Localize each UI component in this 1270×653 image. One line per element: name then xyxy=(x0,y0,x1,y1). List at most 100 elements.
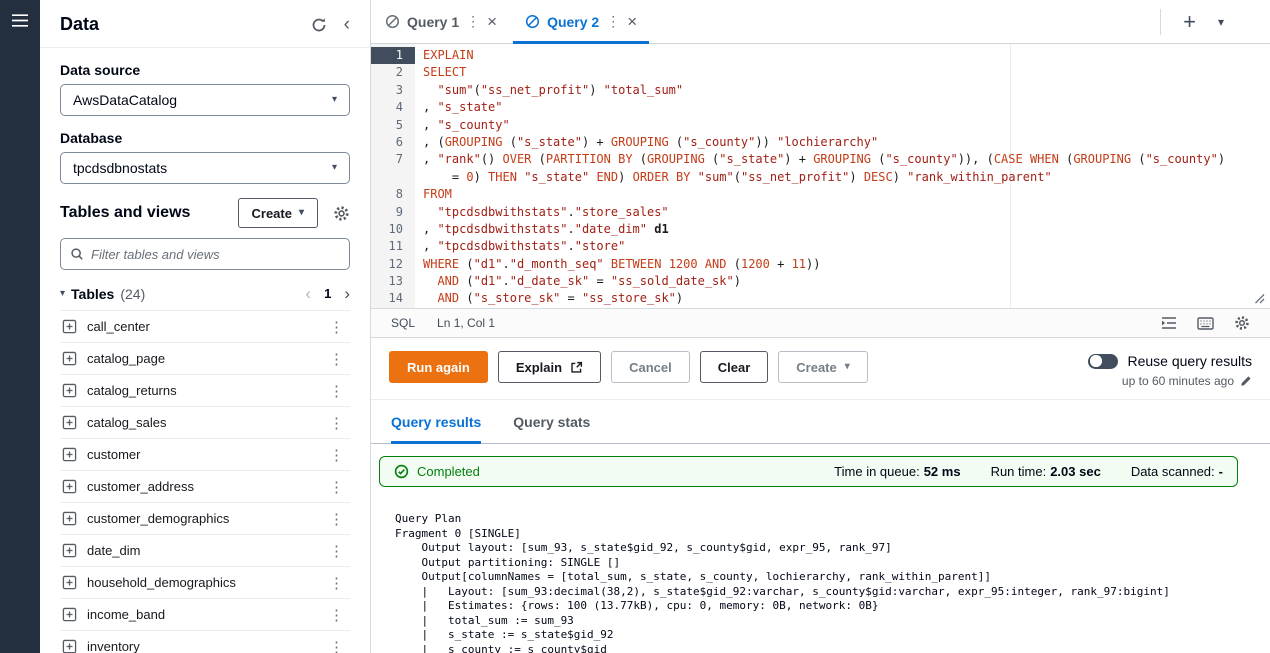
tab-query-results[interactable]: Query results xyxy=(391,400,481,443)
tables-section-label[interactable]: Tables xyxy=(71,286,114,302)
hamburger-menu-icon[interactable] xyxy=(11,13,29,653)
query-metric: Data scanned:- xyxy=(1131,464,1223,479)
data-panel: Data ‹ Data source AwsDataCatalog ▾ Data… xyxy=(40,0,371,653)
collapse-panel-icon[interactable]: ‹ xyxy=(344,15,350,34)
expand-table-icon[interactable] xyxy=(62,607,77,622)
table-row[interactable]: catalog_returns ⋮ xyxy=(60,374,350,406)
page-number[interactable]: 1 xyxy=(324,286,331,301)
table-row[interactable]: customer_address ⋮ xyxy=(60,470,350,502)
expand-table-icon[interactable] xyxy=(62,351,77,366)
clear-button[interactable]: Clear xyxy=(700,351,769,383)
table-name: catalog_page xyxy=(87,351,315,366)
section-caret-down-icon[interactable]: ▾ xyxy=(60,289,65,299)
new-query-tab-button[interactable]: + xyxy=(1183,11,1196,33)
results-tab-bar: Query results Query stats xyxy=(371,400,1270,444)
table-kebab-menu-icon[interactable]: ⋮ xyxy=(325,542,348,560)
keyboard-shortcuts-icon[interactable] xyxy=(1197,317,1214,330)
expand-table-icon[interactable] xyxy=(62,383,77,398)
reuse-results-toggle[interactable] xyxy=(1088,354,1118,369)
filter-tables-search[interactable] xyxy=(60,238,350,270)
data-source-select[interactable]: AwsDataCatalog ▾ xyxy=(60,84,350,116)
database-select[interactable]: tpcdsdbnostats ▾ xyxy=(60,152,350,184)
table-row[interactable]: household_demographics ⋮ xyxy=(60,566,350,598)
toggle-knob xyxy=(1090,355,1101,366)
table-name: inventory xyxy=(87,639,315,653)
code-text: , (GROUPING ("s_state") + GROUPING ("s_c… xyxy=(415,134,878,151)
table-kebab-menu-icon[interactable]: ⋮ xyxy=(325,414,348,432)
expand-table-icon[interactable] xyxy=(62,415,77,430)
expand-table-icon[interactable] xyxy=(62,479,77,494)
create-button[interactable]: Create ▾ xyxy=(238,198,319,228)
line-number: 8 xyxy=(371,186,415,203)
query-metric: Time in queue:52 ms xyxy=(834,464,960,479)
editor-resize-handle[interactable] xyxy=(1254,293,1265,304)
expand-table-icon[interactable] xyxy=(62,319,77,334)
expand-table-icon[interactable] xyxy=(62,543,77,558)
page-prev-icon[interactable]: ‹ xyxy=(305,285,311,302)
table-kebab-menu-icon[interactable]: ⋮ xyxy=(325,606,348,624)
table-kebab-menu-icon[interactable]: ⋮ xyxy=(325,382,348,400)
code-text: SELECT xyxy=(415,64,466,81)
indentation-settings-icon[interactable] xyxy=(1161,316,1177,330)
line-number xyxy=(371,169,415,186)
page-next-icon[interactable]: › xyxy=(344,285,350,302)
table-kebab-menu-icon[interactable]: ⋮ xyxy=(325,478,348,496)
expand-table-icon[interactable] xyxy=(62,639,77,653)
expand-table-icon[interactable] xyxy=(62,575,77,590)
code-text: WHERE ("d1"."d_month_seq" BETWEEN 1200 A… xyxy=(415,256,820,273)
data-settings-gear-icon[interactable] xyxy=(333,205,350,222)
caret-down-icon: ▾ xyxy=(332,163,337,173)
table-row[interactable]: income_band ⋮ xyxy=(60,598,350,630)
table-row[interactable]: customer ⋮ xyxy=(60,438,350,470)
create-dropdown-label: Create xyxy=(796,360,836,375)
table-row[interactable]: date_dim ⋮ xyxy=(60,534,350,566)
query-toolbar: Run again Explain Cancel Clear Create ▾ … xyxy=(371,338,1270,400)
table-kebab-menu-icon[interactable]: ⋮ xyxy=(325,574,348,592)
tab-list-dropdown-icon[interactable]: ▾ xyxy=(1218,15,1224,29)
tab-close-icon[interactable]: × xyxy=(487,13,497,30)
explain-button[interactable]: Explain xyxy=(498,351,601,383)
filter-tables-input[interactable] xyxy=(91,247,340,262)
table-row[interactable]: call_center ⋮ xyxy=(60,310,350,342)
query-tab[interactable]: Query 2 ⋮ × xyxy=(511,0,651,43)
expand-table-icon[interactable] xyxy=(62,511,77,526)
table-kebab-menu-icon[interactable]: ⋮ xyxy=(325,446,348,464)
cancel-button[interactable]: Cancel xyxy=(611,351,690,383)
create-dropdown-button[interactable]: Create ▾ xyxy=(778,351,868,383)
expand-table-icon[interactable] xyxy=(62,447,77,462)
query-tab[interactable]: Query 1 ⋮ × xyxy=(371,0,511,43)
run-again-button[interactable]: Run again xyxy=(389,351,488,383)
tab-kebab-menu-icon[interactable]: ⋮ xyxy=(466,13,480,30)
athena-query-editor: Data ‹ Data source AwsDataCatalog ▾ Data… xyxy=(0,0,1270,653)
reuse-results-label: Reuse query results xyxy=(1127,353,1252,369)
query-status-banner: Completed Time in queue:52 ms Run time:2… xyxy=(379,456,1238,487)
table-row[interactable]: inventory ⋮ xyxy=(60,630,350,653)
table-kebab-menu-icon[interactable]: ⋮ xyxy=(325,510,348,528)
editor-preferences-gear-icon[interactable] xyxy=(1234,315,1250,331)
line-number: 1 xyxy=(371,47,415,64)
data-panel-body: Data source AwsDataCatalog ▾ Database tp… xyxy=(40,48,370,653)
sql-editor[interactable]: 1 EXPLAIN 2 SELECT 3 "sum"("ss_net_profi… xyxy=(371,44,1270,308)
database-label: Database xyxy=(60,130,350,146)
code-text: , "s_state" xyxy=(415,99,502,116)
line-number: 3 xyxy=(371,82,415,99)
table-kebab-menu-icon[interactable]: ⋮ xyxy=(325,638,348,653)
code-text: , "rank"() OVER (PARTITION BY (GROUPING … xyxy=(415,151,1225,168)
editor-line: 5 , "s_county" xyxy=(371,117,1270,134)
caret-down-icon: ▾ xyxy=(299,208,304,218)
edit-reuse-duration-icon[interactable] xyxy=(1240,375,1252,387)
tab-close-icon[interactable]: × xyxy=(627,13,637,30)
table-name: customer_demographics xyxy=(87,511,315,526)
line-number: 5 xyxy=(371,117,415,134)
table-row[interactable]: catalog_page ⋮ xyxy=(60,342,350,374)
table-kebab-menu-icon[interactable]: ⋮ xyxy=(325,318,348,336)
query-status-text: Completed xyxy=(417,464,480,479)
tab-kebab-menu-icon[interactable]: ⋮ xyxy=(606,13,620,30)
table-row[interactable]: customer_demographics ⋮ xyxy=(60,502,350,534)
table-row[interactable]: catalog_sales ⋮ xyxy=(60,406,350,438)
table-kebab-menu-icon[interactable]: ⋮ xyxy=(325,350,348,368)
refresh-icon[interactable] xyxy=(311,17,327,33)
line-number: 9 xyxy=(371,204,415,221)
explain-button-label: Explain xyxy=(516,360,562,375)
tab-query-stats[interactable]: Query stats xyxy=(513,400,590,443)
